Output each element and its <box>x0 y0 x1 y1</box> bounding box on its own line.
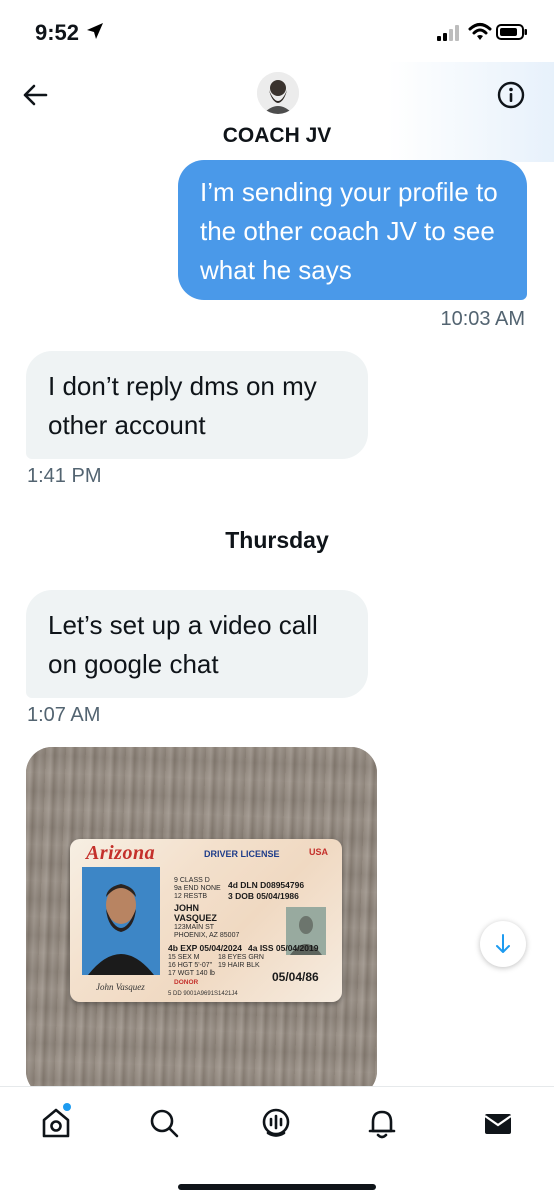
card-last-name: VASQUEZ <box>174 913 217 923</box>
status-bar: 9:52 <box>0 0 554 62</box>
card-first-name: JOHN <box>174 903 200 913</box>
card-country: USA <box>309 847 329 857</box>
card-dln: 4d DLN D08954796 <box>228 880 305 890</box>
card-weight: 17 WGT 140 lb <box>168 970 215 977</box>
card-exp: 4b EXP 05/04/2024 <box>168 943 243 953</box>
location-arrow-icon <box>87 23 103 39</box>
card-address-1: 123MAIN ST <box>174 924 215 931</box>
card-signature: John Vasquez <box>96 982 145 992</box>
card-iss: 4a ISS 05/04/2019 <box>248 943 319 953</box>
image-message[interactable]: Arizona DRIVER LICENSE USA 9 CLASS D 9a … <box>26 747 377 1097</box>
card-eyes: 18 EYES GRN <box>218 954 264 961</box>
card-hair: 19 HAIR BLK <box>218 962 260 969</box>
card-class: 9 CLASS D <box>174 877 210 884</box>
drivers-license-card: Arizona DRIVER LICENSE USA 9 CLASS D 9a … <box>70 839 342 1002</box>
contact-name[interactable]: COACH JV <box>0 124 554 148</box>
card-height: 16 HGT 5'-07" <box>168 962 213 969</box>
avatar[interactable] <box>257 72 299 114</box>
info-circle-icon[interactable] <box>496 80 526 110</box>
card-state: Arizona <box>86 842 156 864</box>
message-timestamp: 1:41 PM <box>27 465 102 487</box>
card-photo <box>82 867 160 975</box>
battery-icon <box>496 24 527 40</box>
bell-icon[interactable] <box>364 1105 400 1141</box>
card-dob: 3 DOB 05/04/1986 <box>228 891 299 901</box>
spaces-icon[interactable] <box>258 1105 294 1141</box>
status-time: 9:52 <box>35 20 80 45</box>
card-sex: 15 SEX M <box>168 954 200 961</box>
arrow-down-icon <box>496 934 510 953</box>
message-bubble-sent[interactable]: I’m sending your profile to the other co… <box>178 160 527 300</box>
card-end: 9a END NONE <box>174 885 221 892</box>
card-address-2: PHOENIX, AZ 85007 <box>174 932 240 939</box>
search-icon[interactable] <box>146 1105 182 1141</box>
card-donor: DONOR <box>174 979 199 986</box>
card-dob-short: 05/04/86 <box>272 970 319 984</box>
conversation-header: COACH JV <box>0 62 554 162</box>
cellular-signal-icon <box>437 25 459 41</box>
home-indicator <box>178 1184 376 1190</box>
card-type: DRIVER LICENSE <box>204 849 280 859</box>
arrow-left-icon[interactable] <box>20 80 50 110</box>
card-dd: 5 DD 9001A9691S1421J4 <box>168 991 238 997</box>
message-timestamp: 1:07 AM <box>27 704 101 726</box>
message-bubble-received[interactable]: Let’s set up a video call on google chat <box>26 590 368 698</box>
scroll-to-bottom-button[interactable] <box>480 921 526 967</box>
envelope-icon[interactable] <box>480 1105 516 1141</box>
wifi-icon <box>468 23 492 40</box>
message-bubble-received[interactable]: I don’t reply dms on my other account <box>26 351 368 459</box>
message-timestamp: 10:03 AM <box>440 308 525 330</box>
card-rest: 12 RESTB <box>174 893 208 900</box>
notification-dot <box>63 1103 71 1111</box>
day-separator: Thursday <box>225 527 329 553</box>
